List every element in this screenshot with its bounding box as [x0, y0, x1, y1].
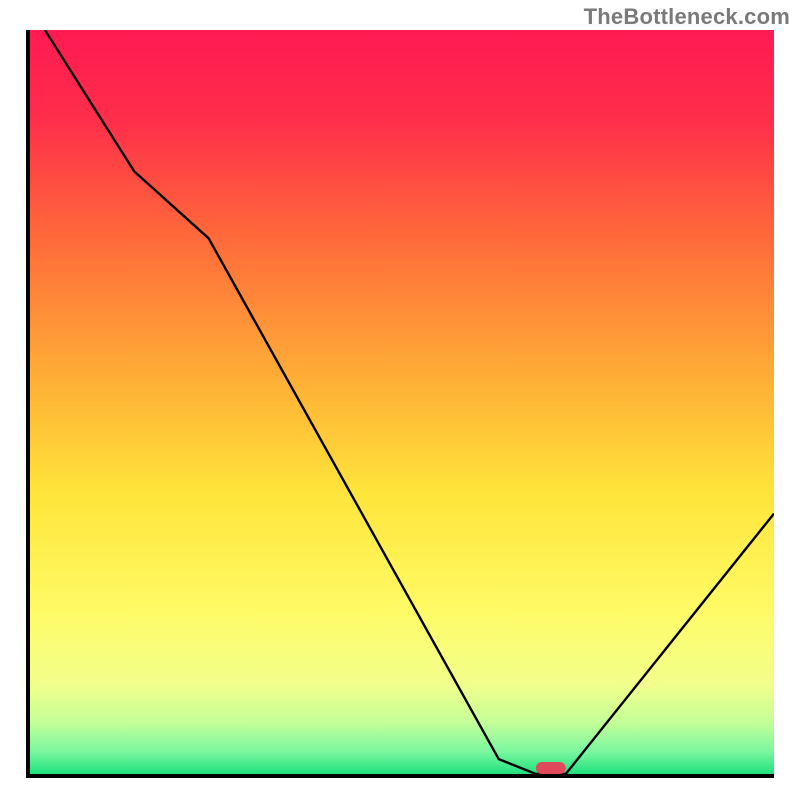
bottleneck-chart: [30, 30, 774, 774]
optimal-marker: [536, 762, 566, 774]
watermark-text: TheBottleneck.com: [584, 4, 790, 30]
chart-plot-area: [26, 30, 774, 778]
gradient-background: [30, 30, 774, 774]
